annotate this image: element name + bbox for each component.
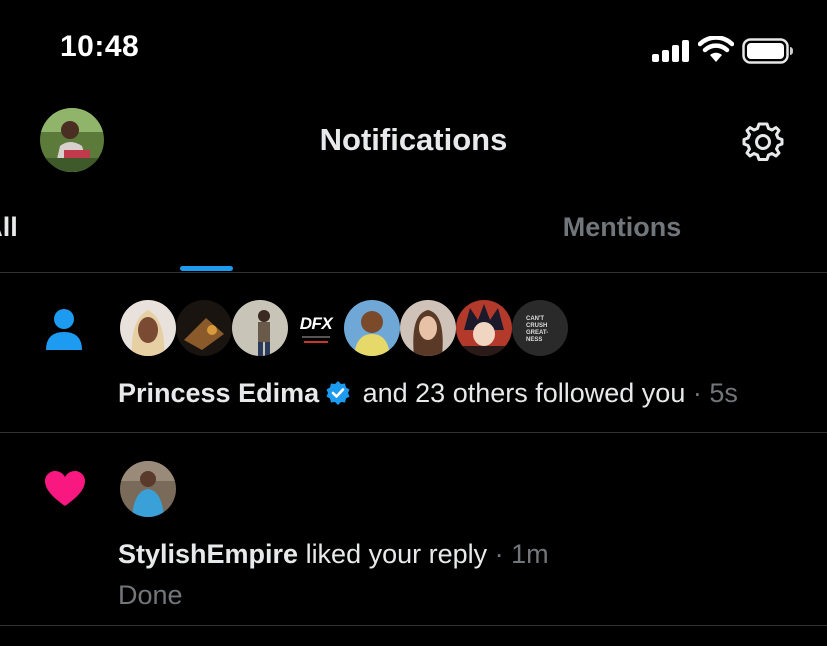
dfx-logo: DFX	[299, 314, 333, 333]
signal-bars-icon	[652, 40, 689, 62]
tab-all[interactable]: All	[0, 212, 413, 243]
actor-name[interactable]: Princess Edima	[118, 378, 319, 408]
actor-name[interactable]: StylishEmpire	[118, 539, 298, 569]
follower-avatar[interactable]	[176, 300, 232, 356]
avatar-text-logo: CAN'T CRUSH GREAT-NESS	[526, 316, 549, 343]
tab-mentions[interactable]: Mentions	[413, 212, 827, 243]
person-icon	[46, 309, 82, 350]
follower-avatar-text[interactable]: CAN'T CRUSH GREAT-NESS	[512, 300, 568, 356]
follower-avatar[interactable]	[400, 300, 456, 356]
liked-reply-text: Done	[118, 580, 183, 610]
follower-avatar[interactable]	[344, 300, 400, 356]
page-title: Notifications	[319, 122, 508, 157]
verified-badge-icon	[326, 381, 350, 405]
tab-mentions-label: Mentions	[562, 212, 682, 242]
battery-icon	[742, 38, 793, 64]
top-bar: Notifications	[0, 100, 827, 190]
status-bar: 10:48	[0, 0, 827, 100]
follower-avatar-dfx[interactable]: DFX	[288, 300, 344, 356]
follower-avatar[interactable]	[232, 300, 288, 356]
liker-avatar[interactable]	[120, 461, 176, 517]
notification-action: liked your reply	[298, 539, 488, 569]
tab-bar: All Mentions	[0, 190, 827, 273]
notification-time: · 1m	[487, 539, 549, 569]
notification-follow[interactable]: DFX CAN'T CRUSH GREAT-NESS Princess Edim…	[0, 274, 827, 433]
notifications-screen: 10:48 Notifications ll Mentions DFX CAN'…	[0, 0, 827, 646]
wifi-icon	[698, 36, 734, 62]
follower-avatar[interactable]	[120, 300, 176, 356]
follower-avatar[interactable]	[456, 300, 512, 356]
heart-icon	[45, 471, 85, 506]
notification-like[interactable]: StylishEmpire liked your reply · 1m Done	[0, 434, 827, 626]
notification-action: and 23 others followed you	[355, 378, 686, 408]
gear-icon[interactable]	[740, 119, 786, 165]
notification-time: · 5s	[685, 378, 738, 408]
status-time: 10:48	[60, 30, 140, 63]
follow-notification-text: Princess Edima and 23 others followed yo…	[118, 378, 738, 409]
active-tab-indicator	[180, 266, 233, 271]
like-notification-text: StylishEmpire liked your reply · 1m	[118, 539, 549, 570]
tab-all-label: All	[0, 212, 18, 242]
